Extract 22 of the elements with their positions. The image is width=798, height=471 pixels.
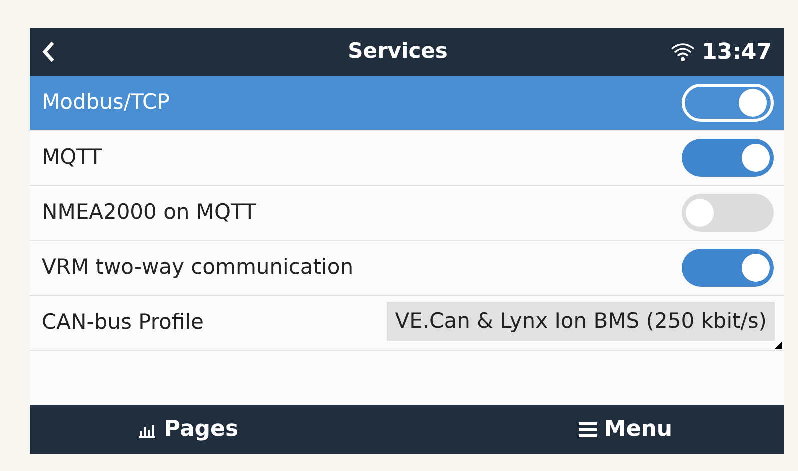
toggle-switch[interactable]: [682, 194, 774, 232]
toggle-switch[interactable]: [682, 249, 774, 287]
toggle-switch[interactable]: [682, 139, 774, 177]
clock-time: 13:47: [702, 38, 772, 66]
list-row[interactable]: VRM two-way communication: [30, 241, 784, 296]
row-label: VRM two-way communication: [42, 254, 355, 282]
list-row[interactable]: CAN-bus Profile VE.Can & Lynx Ion BMS (250 kbit/s): [30, 296, 784, 351]
menu-icon: [578, 422, 598, 438]
back-icon: [42, 41, 56, 63]
wifi-icon: [670, 42, 696, 62]
toggle-switch[interactable]: [682, 84, 774, 122]
pages-button[interactable]: Pages: [30, 413, 407, 446]
row-label: Modbus/TCP: [42, 89, 171, 116]
row-label: MQTT: [42, 144, 103, 172]
list-row[interactable]: NMEA2000 on MQTT: [30, 186, 784, 241]
list-row[interactable]: MQTT: [30, 131, 784, 186]
row-label: NMEA2000 on MQTT: [42, 199, 258, 226]
corner-marker-icon: [775, 342, 782, 349]
row-label: CAN-bus Profile: [42, 309, 205, 336]
value-field[interactable]: VE.Can & Lynx Ion BMS (250 kbit/s): [387, 302, 775, 341]
page-title: Services: [347, 38, 449, 66]
menu-button[interactable]: Menu: [407, 413, 784, 446]
